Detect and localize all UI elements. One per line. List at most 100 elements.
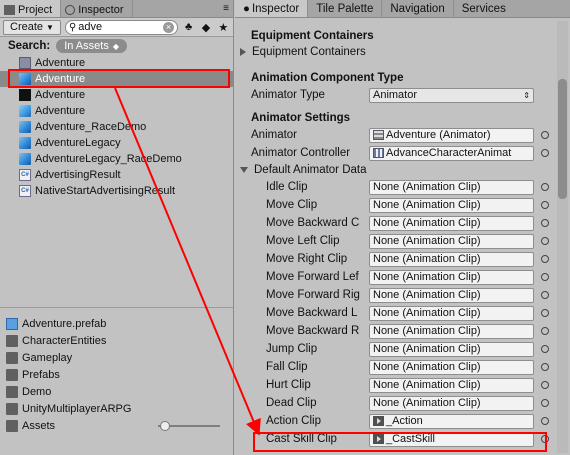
list-item[interactable]: Adventure.prefab [0, 315, 233, 332]
list-item[interactable]: AdventureLegacy_RaceDemo [0, 151, 233, 167]
property-label: Fall Clip [266, 361, 308, 373]
animator-type-dropdown[interactable]: Animator ⇕ [369, 87, 534, 103]
list-item-label: Demo [22, 385, 52, 398]
clip-object-field[interactable]: None (Animation Clip) [369, 287, 534, 303]
inspector-panel: ● Inspector Tile Palette Navigation Serv… [235, 0, 570, 455]
tab-tile-palette[interactable]: Tile Palette [308, 0, 383, 17]
field-value: None (Animation Clip) [373, 325, 481, 337]
clip-row: Move Forward Lef None (Animation Clip) [235, 268, 555, 286]
object-picker-icon[interactable] [541, 183, 549, 191]
tab-services[interactable]: Services [454, 0, 514, 17]
list-item[interactable]: C# NativeStartAdvertisingResult [0, 183, 233, 199]
list-item[interactable]: Prefabs [0, 366, 233, 383]
object-picker-icon[interactable] [541, 399, 549, 407]
info-icon [65, 4, 76, 15]
clip-object-field[interactable]: None (Animation Clip) [369, 359, 534, 375]
icon-size-slider[interactable] [158, 421, 220, 431]
list-item[interactable]: Gameplay [0, 349, 233, 366]
clip-object-field[interactable]: _Action [369, 413, 534, 429]
property-label: Hurt Clip [266, 379, 311, 391]
object-picker-icon[interactable] [541, 309, 549, 317]
list-item-label: CharacterEntities [22, 334, 107, 347]
prefab-cube-icon [19, 153, 31, 165]
tab-project[interactable]: Project [0, 0, 62, 17]
object-picker-icon[interactable] [541, 255, 549, 263]
object-picker-icon[interactable] [541, 237, 549, 245]
collapse-arrow-icon [240, 167, 248, 173]
clip-object-field[interactable]: None (Animation Clip) [369, 251, 534, 267]
filter-by-type-icon[interactable]: ♣ [182, 20, 195, 35]
list-item[interactable]: Adventure [0, 87, 233, 103]
clip-object-field[interactable]: None (Animation Clip) [369, 197, 534, 213]
field-value: AdvanceCharacterAnimat [386, 147, 512, 159]
search-input[interactable]: ⚲ adve × [64, 19, 178, 35]
search-label: Search: [8, 40, 51, 52]
clip-row: Move Backward C None (Animation Clip) [235, 214, 555, 232]
clip-object-field[interactable]: None (Animation Clip) [369, 269, 534, 285]
clip-object-field[interactable]: None (Animation Clip) [369, 323, 534, 339]
scrollbar-thumb[interactable] [558, 79, 567, 199]
create-button[interactable]: Create ▼ [3, 19, 61, 35]
info-icon: ● [243, 2, 250, 15]
clip-object-field[interactable]: None (Animation Clip) [369, 377, 534, 393]
tab-inspector[interactable]: Inspector [61, 0, 133, 17]
search-scope-button[interactable]: In Assets ◆ [56, 39, 127, 53]
list-item-label: Adventure [35, 89, 86, 101]
panel-menu-icon[interactable]: ≡ [219, 0, 233, 17]
panel-splitter[interactable] [0, 307, 233, 315]
clip-object-field[interactable]: None (Animation Clip) [369, 395, 534, 411]
list-item[interactable]: AdventureLegacy [0, 135, 233, 151]
slider-knob[interactable] [160, 421, 170, 431]
prefab-variant-icon [19, 105, 31, 117]
foldout-label: Equipment Containers [252, 46, 366, 58]
list-item[interactable]: Adventure [0, 103, 233, 119]
clip-row: Fall Clip None (Animation Clip) [235, 358, 555, 376]
clear-search-icon[interactable]: × [162, 21, 174, 33]
field-value: None (Animation Clip) [373, 181, 481, 193]
favorite-star-icon[interactable]: ★ [217, 20, 230, 35]
animator-controller-icon [373, 148, 384, 158]
tab-navigation[interactable]: Navigation [382, 0, 454, 17]
animator-controller-row: Animator Controller AdvanceCharacterAnim… [235, 144, 555, 162]
prefab-cube-icon [19, 121, 31, 133]
list-item[interactable]: CharacterEntities [0, 332, 233, 349]
object-picker-icon[interactable] [541, 131, 549, 139]
property-label: Move Backward R [266, 325, 360, 337]
property-label: Move Backward L [266, 307, 358, 319]
list-item[interactable]: Adventure_RaceDemo [0, 119, 233, 135]
clip-object-field[interactable]: None (Animation Clip) [369, 233, 534, 249]
list-item-label: AdventureLegacy_RaceDemo [35, 153, 182, 165]
clip-row: Move Clip None (Animation Clip) [235, 196, 555, 214]
search-icon: ⚲ [68, 21, 77, 33]
object-picker-icon[interactable] [541, 417, 549, 425]
field-value: None (Animation Clip) [373, 343, 481, 355]
object-picker-icon[interactable] [541, 219, 549, 227]
list-item[interactable]: UnityMultiplayerARPG [0, 400, 233, 417]
object-picker-icon[interactable] [541, 345, 549, 353]
list-item-label: Prefabs [22, 368, 60, 381]
list-item-label: Adventure [35, 105, 86, 117]
animator-controller-field[interactable]: AdvanceCharacterAnimat [369, 145, 534, 161]
object-picker-icon[interactable] [541, 273, 549, 281]
list-item[interactable]: Demo [0, 383, 233, 400]
object-picker-icon[interactable] [541, 363, 549, 371]
object-picker-icon[interactable] [541, 381, 549, 389]
clip-object-field[interactable]: None (Animation Clip) [369, 341, 534, 357]
property-label: Dead Clip [266, 397, 317, 409]
inspector-scrollbar[interactable] [557, 21, 568, 453]
animator-object-field[interactable]: Adventure (Animator) [369, 127, 534, 143]
tab-inspector[interactable]: ● Inspector [235, 0, 309, 17]
object-picker-icon[interactable] [541, 149, 549, 157]
filter-by-label-icon[interactable]: ◆ [199, 20, 212, 35]
object-picker-icon[interactable] [541, 291, 549, 299]
clip-object-field[interactable]: None (Animation Clip) [369, 305, 534, 321]
object-picker-icon[interactable] [541, 201, 549, 209]
clip-object-field[interactable]: None (Animation Clip) [369, 179, 534, 195]
equipment-foldout[interactable]: Equipment Containers [235, 44, 555, 60]
csharp-script-icon: C# [19, 185, 31, 197]
default-animator-data-foldout[interactable]: Default Animator Data [235, 162, 555, 178]
clip-object-field[interactable]: None (Animation Clip) [369, 215, 534, 231]
object-picker-icon[interactable] [541, 327, 549, 335]
list-item[interactable]: C# AdvertisingResult [0, 167, 233, 183]
updown-arrow-icon: ⇕ [523, 90, 530, 100]
